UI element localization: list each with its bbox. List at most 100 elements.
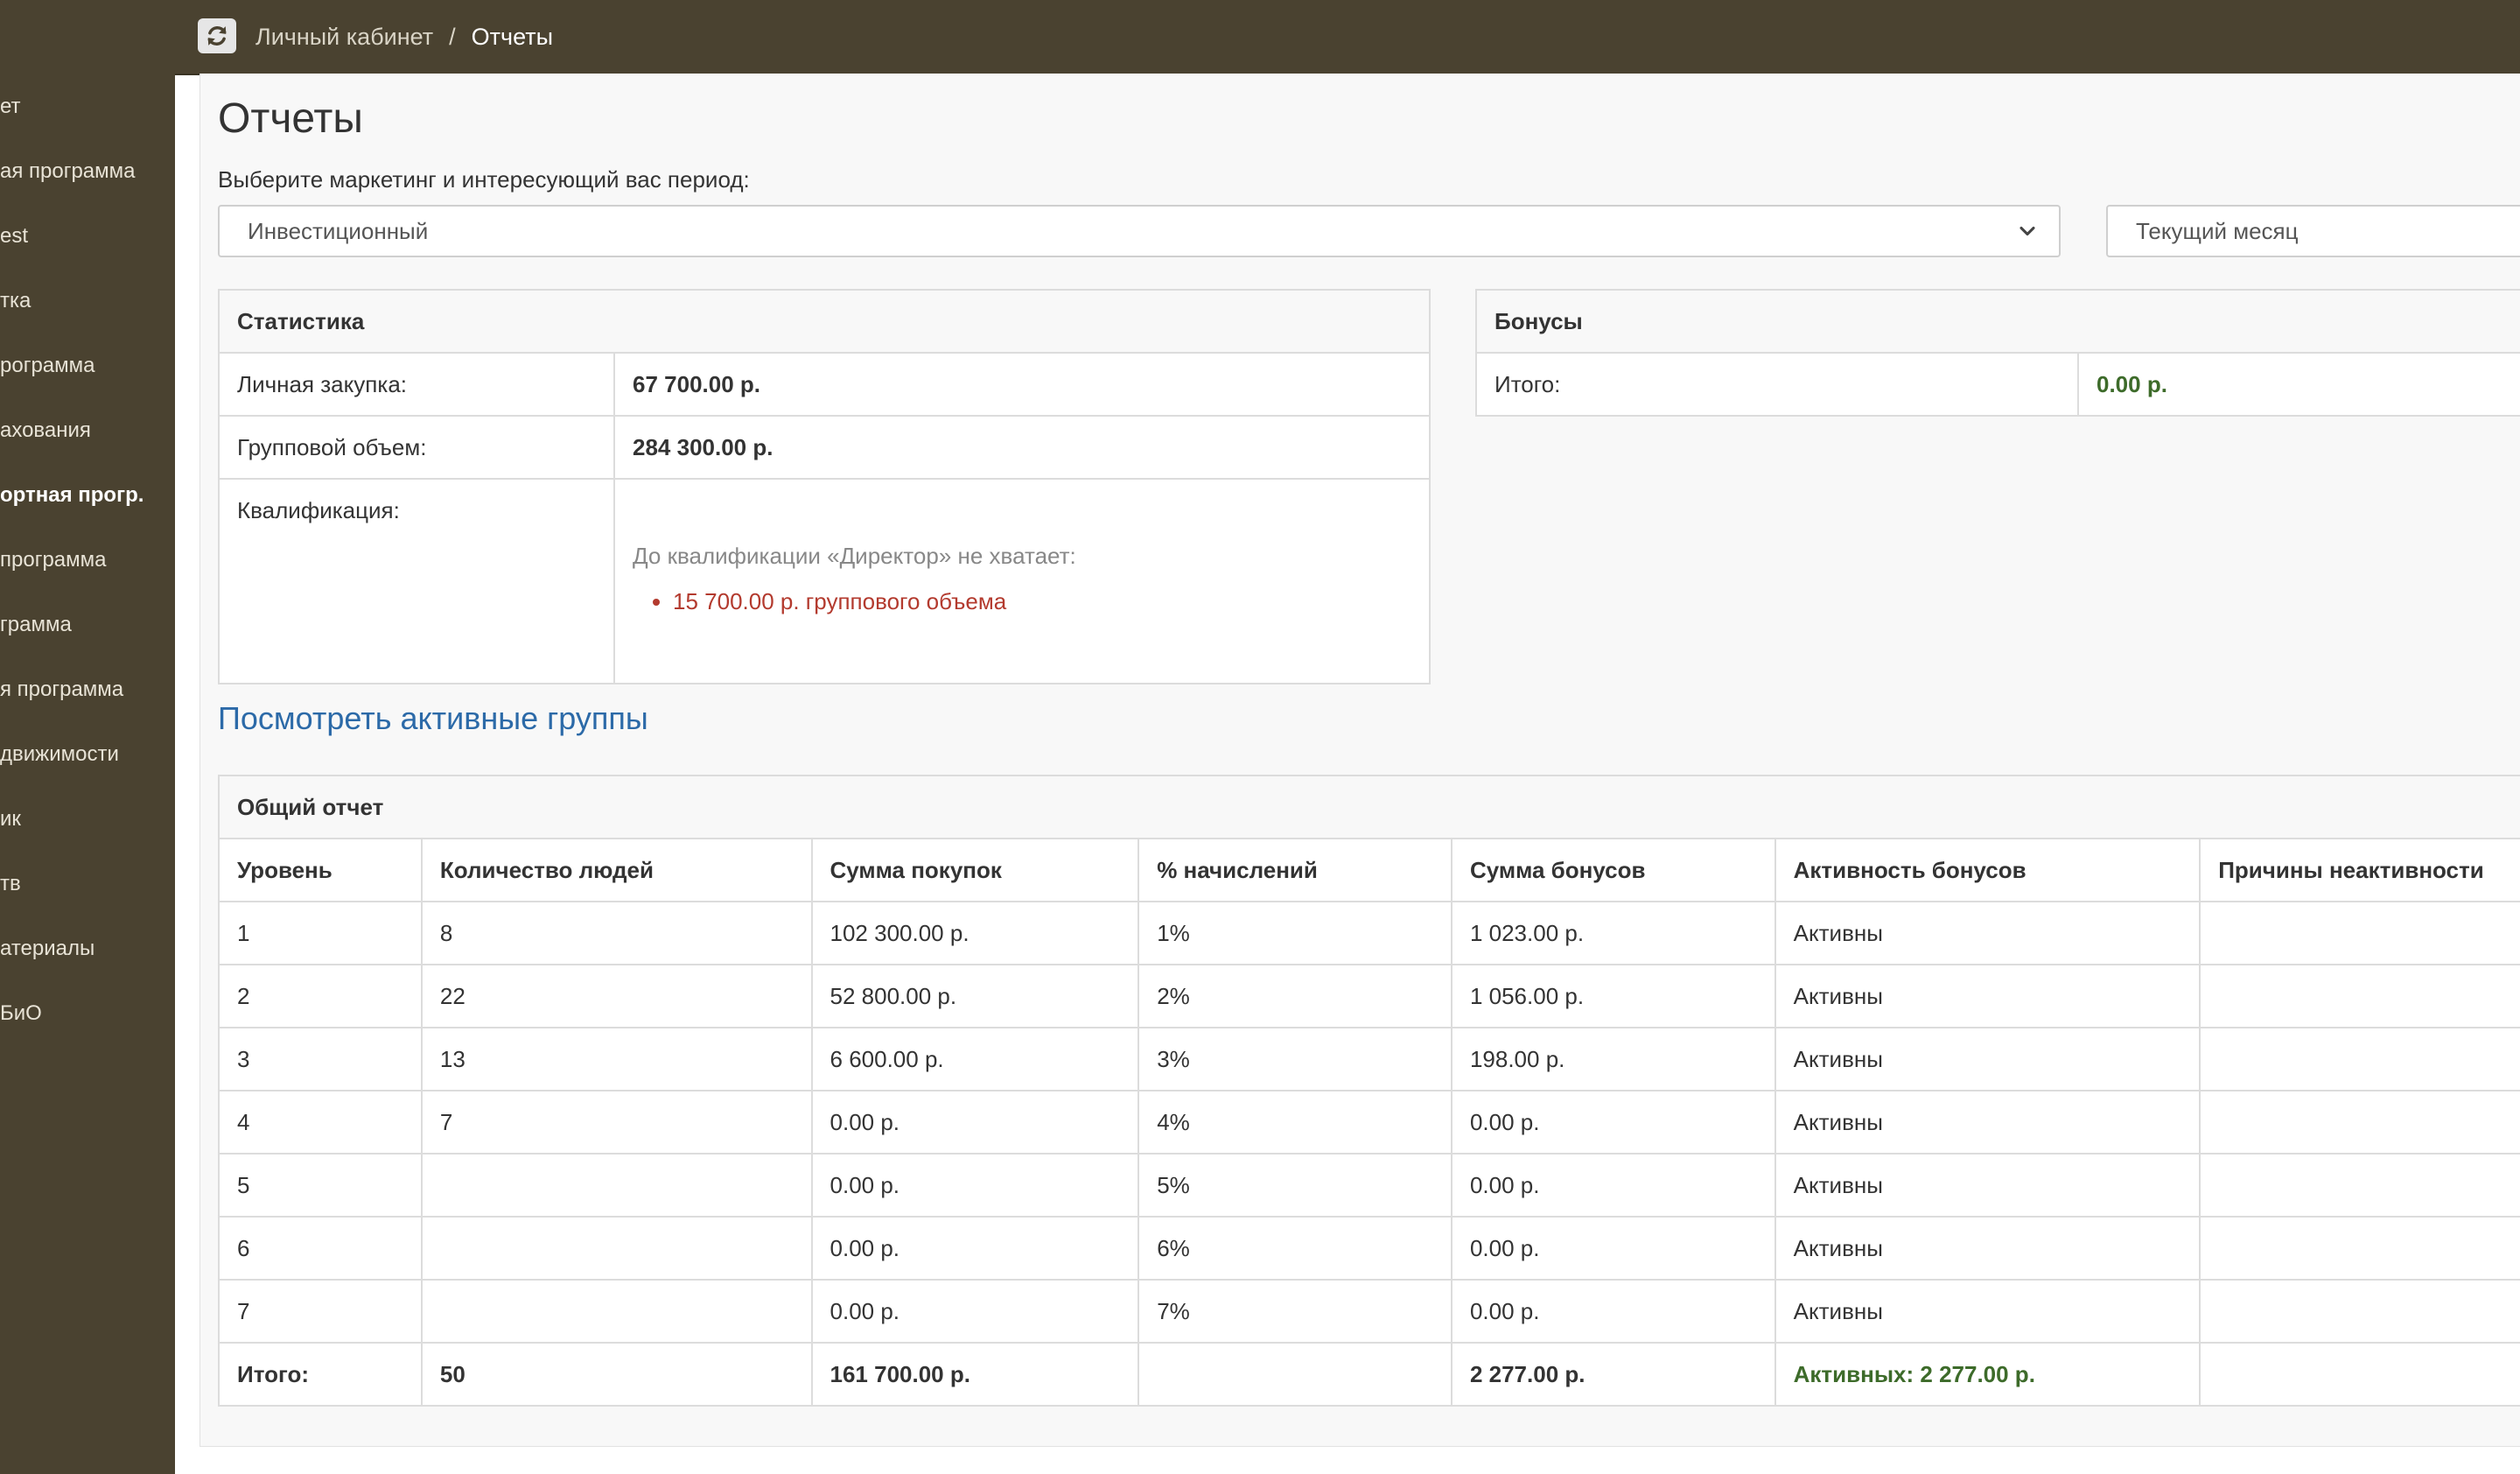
bonus-sum-cell: 0.00 р. bbox=[1450, 1153, 1776, 1218]
column-header-percent: % начислений bbox=[1138, 838, 1452, 902]
sidebar-item[interactable]: БиО bbox=[0, 996, 42, 1031]
period-select[interactable]: Текущий месяц bbox=[2106, 205, 2520, 257]
sidebar-item[interactable]: рограмма bbox=[0, 348, 95, 383]
column-header-purchases: Сумма покупок bbox=[810, 838, 1140, 902]
purchases-cell: 52 800.00 р. bbox=[810, 964, 1140, 1028]
purchases-cell: 6 600.00 р. bbox=[810, 1027, 1140, 1091]
purchases-cell: 0.00 р. bbox=[810, 1216, 1140, 1281]
breadcrumb-current: Отчеты bbox=[471, 23, 553, 50]
reason-cell bbox=[2199, 1279, 2520, 1344]
sidebar-item[interactable]: ик bbox=[0, 802, 21, 837]
bonuses-total-label: Итого: bbox=[1475, 352, 2079, 417]
people-cell: 8 bbox=[420, 901, 813, 965]
table-row: 2 22 52 800.00 р. 2% 1 056.00 р. Активны bbox=[218, 964, 2520, 1028]
sidebar-item[interactable]: ет bbox=[0, 89, 21, 124]
active-groups-link[interactable]: Посмотреть активные группы bbox=[218, 700, 648, 737]
activity-cell: Активны bbox=[1774, 1279, 2202, 1344]
reason-cell bbox=[2199, 1216, 2520, 1281]
qualification-missing-item: 15 700.00 р. группового объема bbox=[673, 587, 1411, 615]
activity-cell: Активны bbox=[1774, 1216, 2202, 1281]
level-cell: 7 bbox=[218, 1279, 423, 1344]
percent-cell: 2% bbox=[1138, 964, 1452, 1028]
total-active-bonuses: Активных: 2 277.00 р. bbox=[1774, 1342, 2202, 1407]
breadcrumb-home-link[interactable]: Личный кабинет bbox=[256, 24, 433, 51]
sidebar-item[interactable]: я программа bbox=[0, 672, 123, 707]
level-cell: 5 bbox=[218, 1153, 423, 1218]
total-people: 50 bbox=[420, 1342, 813, 1407]
personal-purchase-label: Личная закупка: bbox=[218, 352, 615, 417]
bonuses-table: Бонусы Итого: 0.00 р. bbox=[1475, 289, 2520, 417]
page-title: Отчеты bbox=[218, 95, 363, 142]
activity-cell: Активны bbox=[1774, 901, 2202, 965]
general-report-table: Общий отчет Уровень Количество людей Сум… bbox=[218, 775, 2520, 1407]
people-cell: 7 bbox=[420, 1090, 813, 1155]
level-cell: 6 bbox=[218, 1216, 423, 1281]
total-bonus-sum: 2 277.00 р. bbox=[1450, 1342, 1776, 1407]
percent-cell: 7% bbox=[1138, 1279, 1452, 1344]
period-select-value: Текущий месяц bbox=[2136, 217, 2299, 244]
percent-cell: 1% bbox=[1138, 901, 1452, 965]
column-header-people: Количество людей bbox=[420, 838, 813, 902]
reason-cell bbox=[2199, 1153, 2520, 1218]
total-label: Итого: bbox=[218, 1342, 423, 1407]
group-volume-value: 284 300.00 р. bbox=[613, 415, 1431, 480]
bonus-sum-cell: 1 056.00 р. bbox=[1450, 964, 1776, 1028]
activity-cell: Активны bbox=[1774, 1090, 2202, 1155]
table-row: 3 13 6 600.00 р. 3% 198.00 р. Активны bbox=[218, 1027, 2520, 1091]
sidebar-item[interactable]: движимости bbox=[0, 737, 119, 772]
people-cell bbox=[420, 1216, 813, 1281]
table-row: 1 8 102 300.00 р. 1% 1 023.00 р. Активны bbox=[218, 901, 2520, 965]
activity-cell: Активны bbox=[1774, 1027, 2202, 1091]
purchases-cell: 102 300.00 р. bbox=[810, 901, 1140, 965]
sidebar-item[interactable]: тв bbox=[0, 867, 21, 902]
total-purchases: 161 700.00 р. bbox=[810, 1342, 1140, 1407]
level-cell: 4 bbox=[218, 1090, 423, 1155]
percent-cell: 3% bbox=[1138, 1027, 1452, 1091]
total-reason bbox=[2199, 1342, 2520, 1407]
bonus-sum-cell: 1 023.00 р. bbox=[1450, 901, 1776, 965]
bonus-sum-cell: 0.00 р. bbox=[1450, 1090, 1776, 1155]
purchases-cell: 0.00 р. bbox=[810, 1090, 1140, 1155]
people-cell bbox=[420, 1279, 813, 1344]
qualification-label: Квалификация: bbox=[218, 478, 615, 684]
sidebar: ет ая программа est тка рограмма аховани… bbox=[0, 74, 175, 1474]
reason-cell bbox=[2199, 901, 2520, 965]
reason-cell bbox=[2199, 964, 2520, 1028]
sidebar-item[interactable]: программа bbox=[0, 543, 107, 578]
reason-cell bbox=[2199, 1027, 2520, 1091]
bonus-sum-cell: 0.00 р. bbox=[1450, 1216, 1776, 1281]
qualification-cell: До квалификации «Директор» не хватает: 1… bbox=[613, 478, 1431, 684]
refresh-button[interactable] bbox=[198, 18, 236, 53]
top-bar: Личный кабинет / Отчеты bbox=[0, 0, 2520, 75]
personal-purchase-value: 67 700.00 р. bbox=[613, 352, 1431, 417]
table-row: 6 0.00 р. 6% 0.00 р. Активны bbox=[218, 1216, 2520, 1281]
sidebar-item[interactable]: грамма bbox=[0, 607, 72, 642]
sidebar-item[interactable]: тка bbox=[0, 284, 31, 319]
breadcrumb: Личный кабинет / Отчеты bbox=[256, 0, 553, 74]
report-title: Общий отчет bbox=[218, 775, 2520, 839]
activity-cell: Активны bbox=[1774, 1153, 2202, 1218]
chevron-down-icon bbox=[2020, 226, 2035, 236]
breadcrumb-separator: / bbox=[449, 23, 456, 50]
table-row: 4 7 0.00 р. 4% 0.00 р. Активны bbox=[218, 1090, 2520, 1155]
qualification-note: До квалификации «Директор» не хватает: bbox=[633, 543, 1076, 569]
qualification-missing-list: 15 700.00 р. группового объема bbox=[633, 587, 1411, 615]
sidebar-item[interactable]: est bbox=[0, 219, 28, 254]
purchases-cell: 0.00 р. bbox=[810, 1279, 1140, 1344]
column-header-bonus-activity: Активность бонусов bbox=[1774, 838, 2202, 902]
sidebar-item[interactable]: ахования bbox=[0, 413, 91, 448]
sidebar-item[interactable]: атериалы bbox=[0, 931, 94, 966]
bonus-sum-cell: 0.00 р. bbox=[1450, 1279, 1776, 1344]
statistics-title: Статистика bbox=[218, 289, 1431, 354]
marketing-select[interactable]: Инвестиционный bbox=[218, 205, 2061, 257]
column-header-bonus-sum: Сумма бонусов bbox=[1450, 838, 1776, 902]
people-cell bbox=[420, 1153, 813, 1218]
column-header-inactivity-reasons: Причины неактивности bbox=[2199, 838, 2520, 902]
sidebar-item[interactable]: ая программа bbox=[0, 154, 136, 189]
level-cell: 1 bbox=[218, 901, 423, 965]
statistics-table: Статистика Личная закупка: 67 700.00 р. … bbox=[218, 289, 1431, 684]
sidebar-item-active[interactable]: ортная прогр. bbox=[0, 478, 144, 513]
activity-cell: Активны bbox=[1774, 964, 2202, 1028]
purchases-cell: 0.00 р. bbox=[810, 1153, 1140, 1218]
people-cell: 13 bbox=[420, 1027, 813, 1091]
